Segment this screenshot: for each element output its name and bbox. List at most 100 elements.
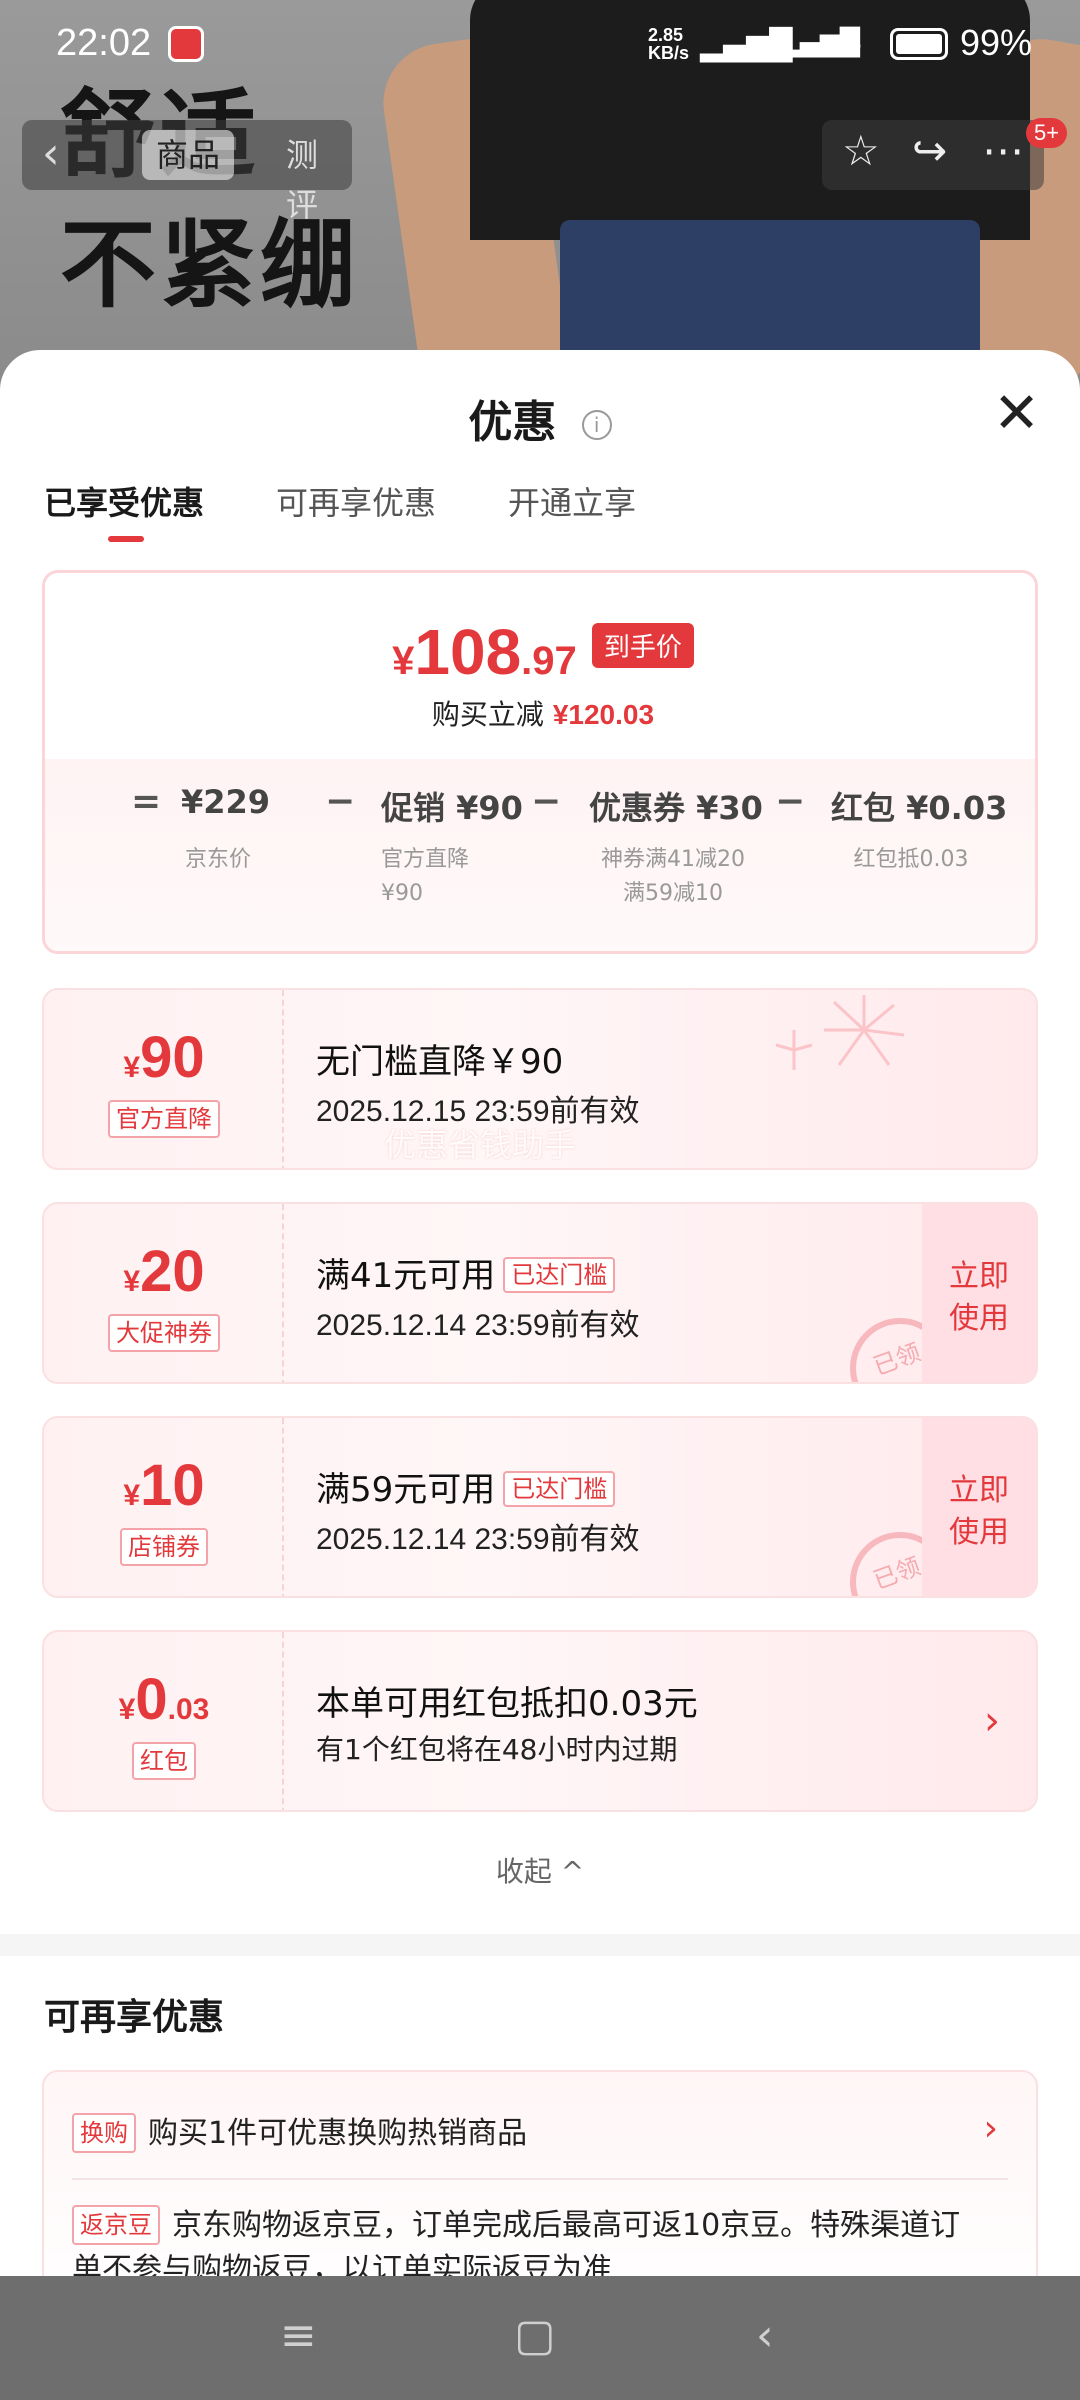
save-line: 购买立减 ¥120.03 <box>45 693 1035 733</box>
wifi-icon: ◠ <box>836 28 863 63</box>
info-icon[interactable]: i <box>581 410 612 440</box>
formula-coupon: 优惠券 ¥30 <box>589 789 763 827</box>
coupon-title: 本单可用红包抵扣0.03元 <box>316 1676 698 1725</box>
section-gap <box>0 1934 1080 1956</box>
redpack-card[interactable]: ¥0.03 红包 本单可用红包抵扣0.03元 有1个红包将在48小时内过期 › <box>42 1630 1038 1812</box>
coupon-kind-label: 大促神券 <box>108 1314 220 1352</box>
menu-icon[interactable]: ≡ <box>280 2310 317 2361</box>
coupon-kind-label: 官方直降 <box>108 1100 220 1138</box>
threshold-chip: 已达门槛 <box>503 1257 616 1293</box>
message-badge: 5+ <box>1026 118 1068 148</box>
sheet-title-text: 优惠 <box>468 397 557 448</box>
top-nav-left: ‹ 商品 测评 <box>22 120 352 224</box>
final-price: ¥108.97 到手价 <box>45 615 1035 689</box>
coupon-yen: ¥ <box>123 1051 141 1084</box>
formula-redpack: 红包 ¥0.03 <box>831 789 1008 827</box>
coupon-kind: 红包 <box>44 1742 284 1780</box>
coupon-kind-label: 店铺券 <box>120 1528 208 1566</box>
app-notification-icon <box>168 26 204 62</box>
sub-coupon-label-2: 满59减10 <box>623 881 723 906</box>
home-icon[interactable]: ▢ <box>514 2310 556 2361</box>
coupon-title-text: 满41元可用 <box>316 1256 496 1296</box>
coupon-date: 2025.12.14 23:59前有效 <box>316 1523 640 1556</box>
net-speed-value: 2.85 <box>648 25 684 45</box>
discount-sheet: 优惠 i ✕ 已享受优惠 可再享优惠 开通立享 ¥108.97 到手价 购买立减… <box>0 350 1080 2280</box>
battery-percent: 99% <box>960 22 1033 63</box>
price-summary-card: ¥108.97 到手价 购买立减 ¥120.03 = ¥229 − 促销 ¥90… <box>42 570 1038 954</box>
close-icon[interactable]: ✕ <box>993 386 1040 442</box>
use-now-button[interactable]: 立即 使用 <box>922 1204 1036 1382</box>
coupon-value: 20 <box>140 1239 205 1304</box>
threshold-chip: 已达门槛 <box>503 1471 616 1507</box>
sub-redpack: 红包抵0.03 <box>801 843 1021 877</box>
coupon-left: ¥90 官方直降 <box>44 990 284 1168</box>
use-now-line2: 使用 <box>949 1301 1009 1336</box>
coupon-amount: ¥20 <box>44 1238 284 1305</box>
coupon-kind: 官方直降 <box>44 1100 284 1138</box>
tab-product[interactable]: 商品 <box>142 130 235 180</box>
back-chevron-icon[interactable]: ‹ <box>42 128 60 179</box>
coupon-value: 10 <box>140 1453 205 1518</box>
coupon-left: ¥10 店铺券 <box>44 1418 284 1596</box>
coupon-card[interactable]: ¥10 店铺券 满59元可用 已达门槛 2025.12.14 23:59前有效 已… <box>42 1416 1038 1598</box>
sheet-title: 优惠 i <box>0 386 1080 450</box>
use-now-line2: 使用 <box>949 1515 1009 1550</box>
row-divider <box>72 2178 1008 2180</box>
coupon-date: 2025.12.14 23:59前有效 <box>316 1309 640 1342</box>
share-icon[interactable]: ↪ <box>912 126 947 175</box>
offer-row-beans[interactable]: 返京豆 京东购物返京豆，订单完成后最高可返10京豆。特殊渠道订 单不参与购物返豆，… <box>72 2204 1008 2280</box>
offer-text: 京东购物返京豆，订单完成后最高可返10京豆。特殊渠道订 <box>172 2208 961 2243</box>
coupon-amount: ¥90 <box>44 1024 284 1091</box>
coupon-title-text: 无门槛直降￥90 <box>316 1042 564 1082</box>
coupon-amount: ¥0.03 <box>44 1666 284 1733</box>
save-amount: ¥120.03 <box>552 699 655 730</box>
offer-tag: 返京豆 <box>72 2205 160 2245</box>
tab-review[interactable]: 测评 <box>272 130 352 224</box>
collapse-button[interactable]: 收起 ^ <box>0 1850 1080 1890</box>
system-nav-bar: ≡ ▢ ‹ <box>0 2276 1080 2400</box>
tab-more[interactable]: 可再享优惠 <box>276 478 436 524</box>
chevron-right-icon[interactable]: › <box>984 2108 998 2149</box>
tab-open[interactable]: 开通立享 <box>508 478 636 524</box>
formula-row: = ¥229 − 促销 ¥90 − 优惠券 ¥30 − 红包 ¥0.03 <box>45 781 1035 843</box>
tab-enjoyed[interactable]: 已享受优惠 <box>44 478 204 524</box>
coupon-kind-label: 红包 <box>132 1742 196 1780</box>
sub-jd-price-label: 京东价 <box>185 847 252 872</box>
coupon-title: 满41元可用 已达门槛 <box>316 1248 616 1297</box>
sub-promo-label-1: 官方直降 <box>381 847 470 872</box>
more-icon[interactable]: ⋯ <box>982 126 1024 175</box>
coupon-yen: ¥ <box>118 1693 136 1726</box>
offer-row-exchange[interactable]: 换购 购买1件可优惠换购热销商品 › <box>72 2108 1008 2153</box>
coupon-amount: ¥10 <box>44 1452 284 1519</box>
price-tag: 到手价 <box>591 623 694 668</box>
formula-promo: 促销 ¥90 <box>381 789 523 827</box>
tab-underline <box>108 536 144 542</box>
save-prefix: 购买立减 <box>431 698 544 731</box>
sub-jd-price: 京东价 <box>185 843 251 877</box>
sub-promo: 官方直降 ¥90 <box>381 843 469 911</box>
coupon-kind: 店铺券 <box>44 1528 284 1566</box>
net-speed: 2.85 KB/s <box>648 26 689 62</box>
coupon-yen: ¥ <box>123 1265 141 1298</box>
coupon-value: 0 <box>135 1667 168 1732</box>
battery-icon <box>890 28 948 60</box>
more-offers-card: 换购 购买1件可优惠换购热销商品 › 返京豆 京东购物返京豆，订单完成后最高可返10… <box>42 2070 1038 2280</box>
formula-eq: = <box>131 781 162 822</box>
coupon-title-text: 本单可用红包抵扣0.03元 <box>316 1684 698 1724</box>
offer-tag: 换购 <box>72 2113 136 2153</box>
coupon-card[interactable]: ¥20 大促神券 满41元可用 已达门槛 2025.12.14 23:59前有效 … <box>42 1202 1038 1384</box>
coupon-decimal: .03 <box>167 1693 210 1726</box>
back-icon[interactable]: ‹ <box>756 2310 774 2361</box>
chevron-right-icon[interactable]: › <box>984 1698 1000 1744</box>
coupon-card[interactable]: ¥90 官方直降 无门槛直降￥90 2025.12.15 23:59前有效 优惠… <box>42 988 1038 1170</box>
use-now-line1: 立即 <box>949 1259 1009 1294</box>
status-time: 22:02 <box>56 22 152 64</box>
formula-minus-2: − <box>531 781 562 822</box>
sub-promo-label-2: ¥90 <box>381 881 423 906</box>
coupon-left: ¥0.03 红包 <box>44 1632 284 1810</box>
star-icon[interactable]: ☆ <box>842 126 880 175</box>
use-now-button[interactable]: 立即 使用 <box>922 1418 1036 1596</box>
watermark: 优惠省钱助手 <box>384 1126 577 1164</box>
top-nav-right: ☆ ↪ ⋯ <box>822 120 1044 190</box>
status-bar: 22:02 2.85 KB/s ▂▄▆█ ▂▄▆█ ◠ 99% <box>0 0 1080 90</box>
